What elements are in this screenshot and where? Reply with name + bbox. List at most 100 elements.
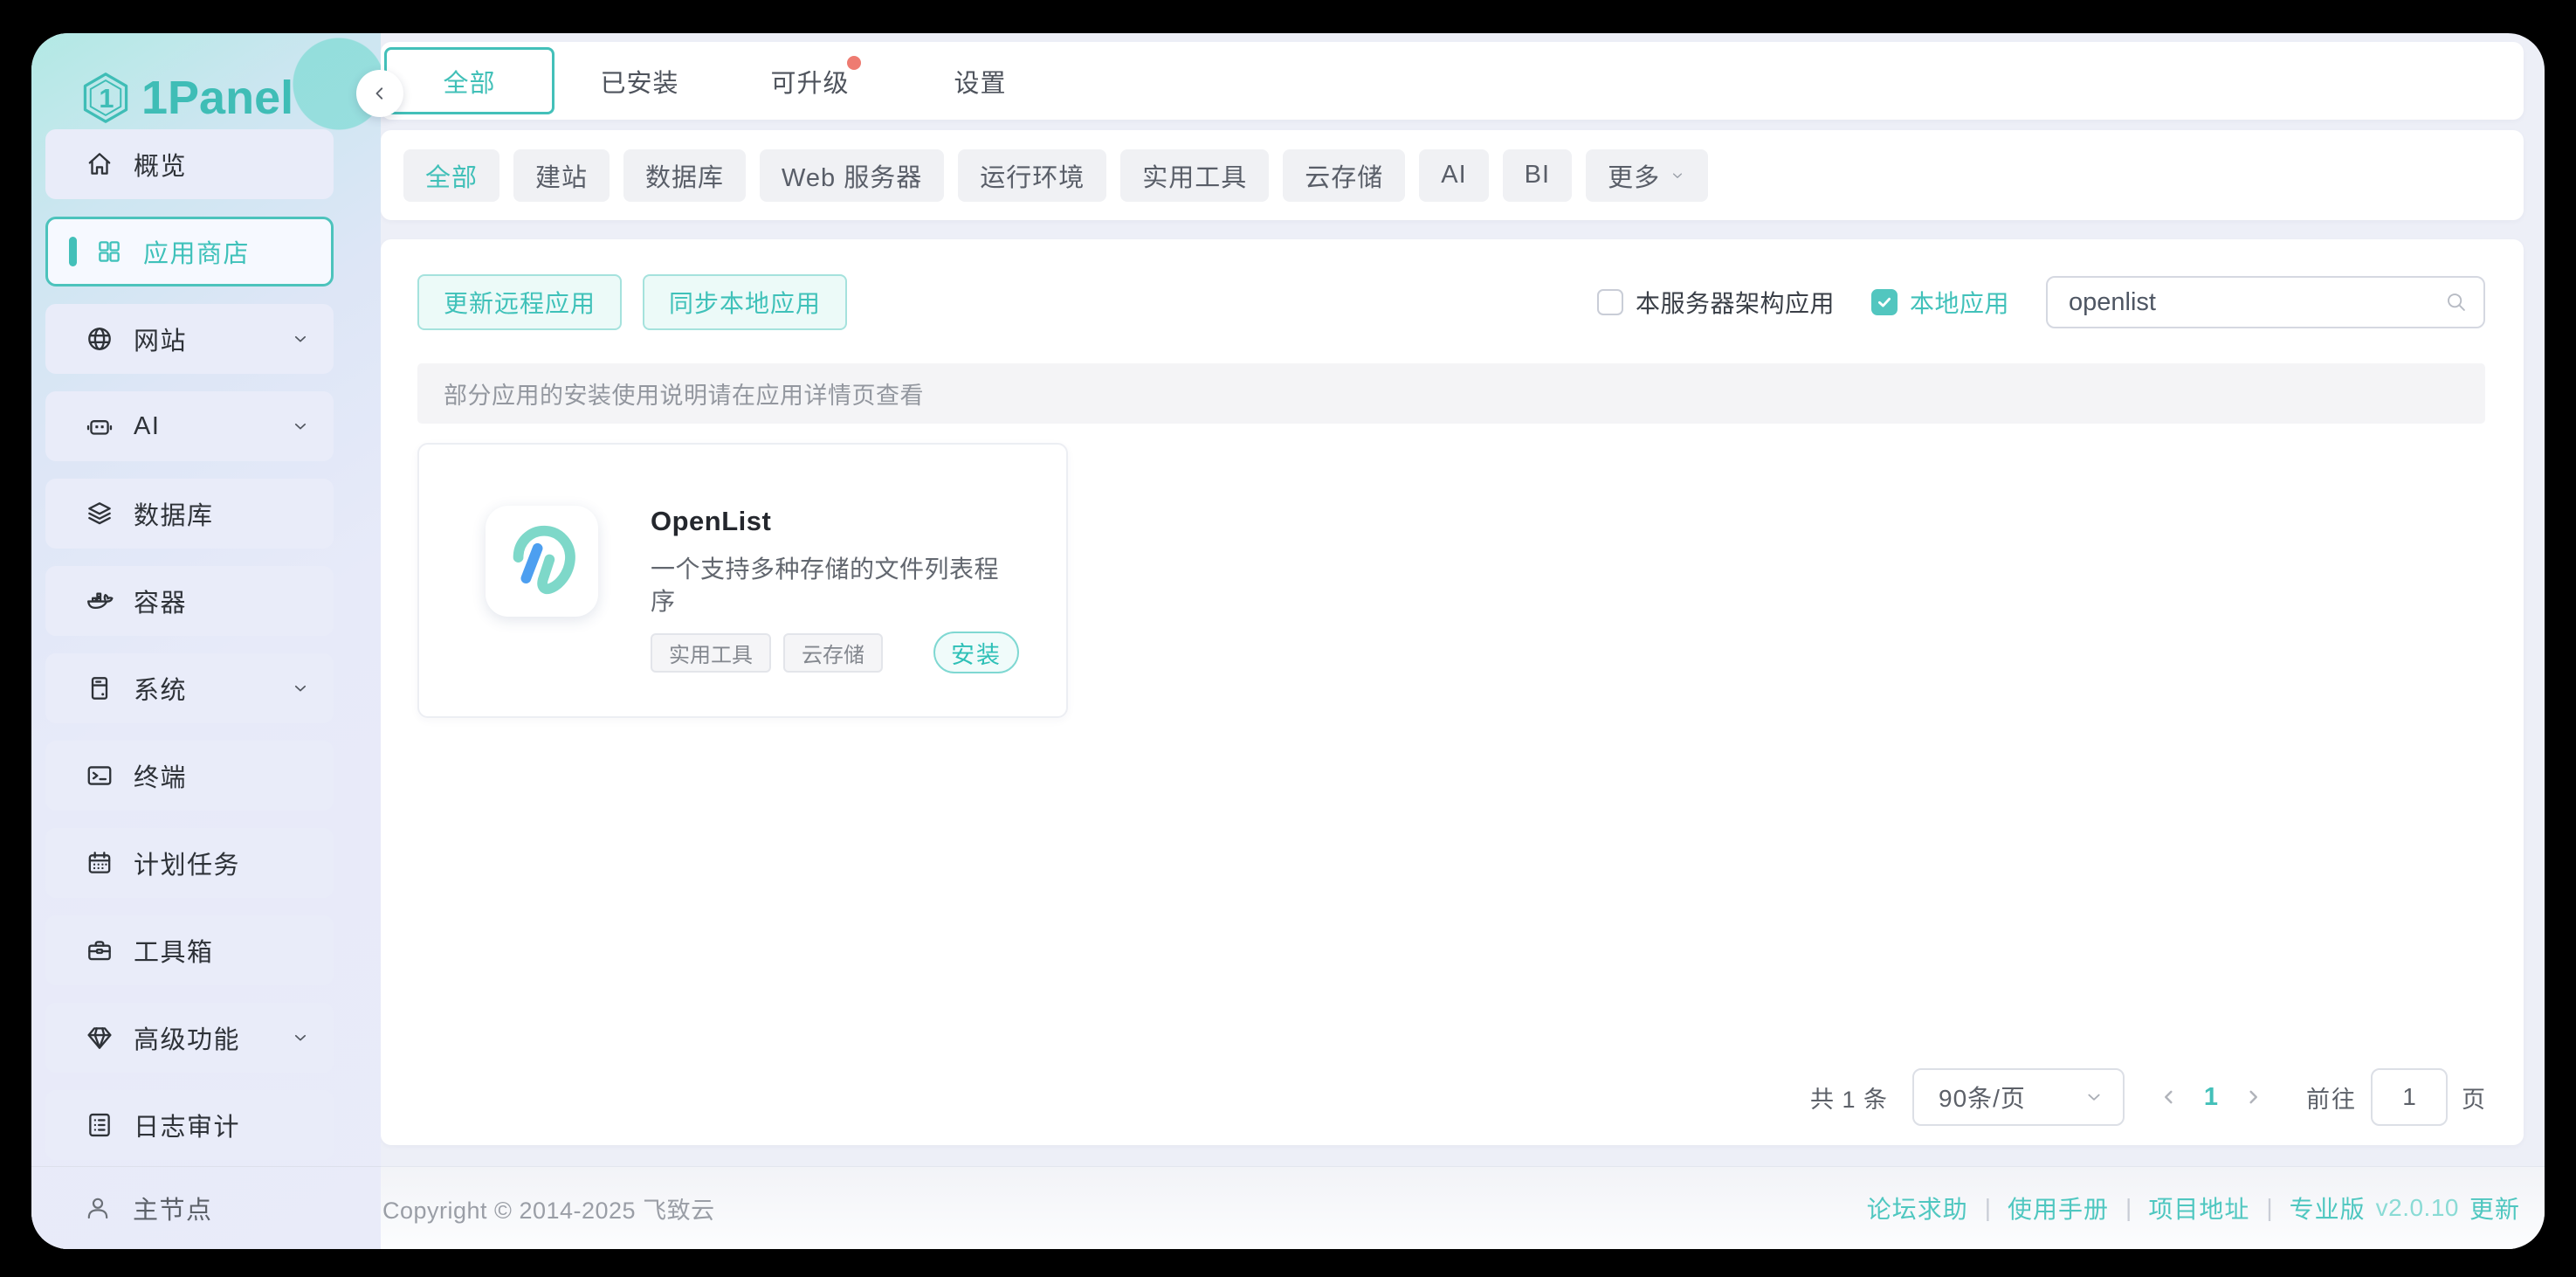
tab[interactable]: 可升级 — [725, 42, 895, 120]
diamond-icon — [85, 1023, 114, 1053]
chevron-down-icon — [290, 678, 311, 699]
sidebar-item-main-node[interactable]: 主节点 — [31, 1166, 381, 1249]
category-chip[interactable]: AI — [1419, 149, 1488, 202]
sidebar-item[interactable]: 数据库 — [45, 479, 334, 549]
footer: Copyright © 2014-2025 飞致云 论坛求助 | 使用手册 | … — [31, 1166, 2545, 1249]
checkbox-box[interactable] — [1597, 289, 1623, 315]
openlist-logo-mark — [499, 519, 585, 604]
pagination: 共 1 条 90条/页 1 前往 页 — [417, 1068, 2485, 1126]
layers-icon — [85, 499, 114, 528]
home-icon — [85, 149, 114, 179]
app-tag: 实用工具 — [651, 633, 771, 673]
svg-text:1: 1 — [99, 83, 114, 114]
tab[interactable]: 设置 — [895, 42, 1065, 120]
sidebar-item[interactable]: 日志审计 — [45, 1090, 334, 1160]
total-count: 共 1 条 — [1810, 1080, 1888, 1115]
tab[interactable]: 已安装 — [554, 42, 725, 120]
update-link[interactable]: 更新 — [2469, 1191, 2520, 1225]
check-icon — [1876, 293, 1893, 311]
goto-page-input[interactable] — [2371, 1068, 2448, 1126]
page-size-value: 90条/页 — [1939, 1080, 2026, 1115]
update-remote-apps-button[interactable]: 更新远程应用 — [417, 274, 622, 330]
local-apps-checkbox[interactable]: 本地应用 — [1871, 285, 2009, 320]
sidebar-item[interactable]: 应用商店 — [45, 217, 334, 286]
search-box — [2046, 276, 2485, 328]
screen: 1 1Panel 概览 — [0, 0, 2576, 1277]
app-name: OpenList — [651, 506, 1019, 537]
page-size-select[interactable]: 90条/页 — [1912, 1068, 2125, 1126]
sidebar-item-label: 容器 — [134, 583, 187, 619]
app-grid-area: OpenList 一个支持多种存储的文件列表程序 实用工具 云存储 — [417, 443, 2485, 718]
checkbox-box[interactable] — [1871, 289, 1898, 315]
notice-text: 部分应用的安装使用说明请在应用详情页查看 — [444, 376, 924, 411]
active-indicator — [69, 237, 77, 266]
sidebar-item[interactable]: 系统 — [45, 653, 334, 723]
toolbar: 更新远程应用 同步本地应用 本服务器架构应用 — [417, 274, 2485, 330]
goto-label: 前往 — [2306, 1080, 2357, 1115]
sidebar-item[interactable]: 概览 — [45, 129, 334, 199]
sidebar-item[interactable]: 工具箱 — [45, 915, 334, 985]
checkbox-label: 本地应用 — [1910, 285, 2009, 320]
category-chip[interactable]: BI — [1503, 149, 1572, 202]
sidebar-item[interactable]: 计划任务 — [45, 828, 334, 898]
terminal-icon — [85, 761, 114, 790]
current-page[interactable]: 1 — [2201, 1083, 2221, 1112]
install-button[interactable]: 安装 — [933, 632, 1019, 673]
category-chip[interactable]: 实用工具 — [1120, 149, 1269, 202]
sidebar-item-label: 日志审计 — [134, 1107, 240, 1143]
pro-edition-link[interactable]: 专业版 — [2290, 1191, 2366, 1225]
sidebar-collapse-button[interactable] — [356, 70, 403, 117]
category-chip[interactable]: 建站 — [513, 149, 610, 202]
search-icon — [2443, 289, 2469, 315]
category-chip[interactable]: Web 服务器 — [760, 149, 944, 202]
app-card[interactable]: OpenList 一个支持多种存储的文件列表程序 实用工具 云存储 — [417, 443, 1068, 718]
sidebar-item-label: 概览 — [134, 146, 187, 183]
search-input[interactable] — [2046, 276, 2485, 328]
sidebar-item-label: 终端 — [134, 757, 187, 794]
next-page-icon[interactable] — [2240, 1084, 2266, 1110]
notice-banner: 部分应用的安装使用说明请在应用详情页查看 — [417, 363, 2485, 424]
chevron-down-icon — [2083, 1086, 2105, 1108]
sidebar-item[interactable]: 终端 — [45, 741, 334, 811]
server-arch-apps-checkbox[interactable]: 本服务器架构应用 — [1597, 285, 1835, 320]
main-node-label: 主节点 — [133, 1190, 213, 1226]
copyright: Copyright © 2014-2025 飞致云 — [382, 1191, 715, 1225]
brand-name: 1Panel — [141, 71, 293, 125]
sidebar-item-label: 数据库 — [134, 495, 214, 532]
footer-link[interactable]: 使用手册 — [2008, 1191, 2109, 1225]
app-window: 1 1Panel 概览 — [31, 33, 2545, 1249]
tab-label: 可升级 — [770, 63, 849, 100]
sidebar-item[interactable]: 高级功能 — [45, 1003, 334, 1073]
category-bar: 全部 建站 数据库 — [381, 130, 2524, 220]
brand: 1 1Panel — [80, 70, 293, 126]
app-tag: 云存储 — [783, 633, 883, 673]
checkbox-label: 本服务器架构应用 — [1636, 285, 1835, 320]
footer-link[interactable]: 论坛求助 — [1867, 1191, 1968, 1225]
category-chip-label: 运行环境 — [980, 157, 1085, 194]
tab[interactable]: 全部 — [384, 47, 554, 114]
sidebar-item[interactable]: AI — [45, 391, 334, 461]
sidebar-menu: 概览 应用商店 网站 — [45, 129, 334, 1177]
calendar-icon — [85, 848, 114, 878]
docker-icon — [85, 586, 114, 616]
app-description: 一个支持多种存储的文件列表程序 — [651, 553, 1010, 618]
brand-logo-icon: 1 — [80, 70, 131, 126]
category-chip[interactable]: 运行环境 — [958, 149, 1106, 202]
footer-link[interactable]: 项目地址 — [2148, 1191, 2249, 1225]
category-chip-label: 全部 — [425, 157, 478, 194]
sidebar: 1 1Panel 概览 — [31, 33, 381, 1249]
sidebar-item-label: 应用商店 — [143, 233, 250, 270]
sync-local-apps-button[interactable]: 同步本地应用 — [643, 274, 847, 330]
category-chip[interactable]: 云存储 — [1283, 149, 1405, 202]
category-chip[interactable]: 数据库 — [623, 149, 746, 202]
sidebar-item[interactable]: 网站 — [45, 304, 334, 374]
prev-page-icon[interactable] — [2156, 1084, 2182, 1110]
sidebar-item-label: 高级功能 — [134, 1019, 240, 1056]
category-chip[interactable]: 更多 — [1586, 149, 1708, 202]
sidebar-item-label: 网站 — [134, 321, 187, 357]
category-chip[interactable]: 全部 — [403, 149, 499, 202]
sidebar-item[interactable]: 容器 — [45, 566, 334, 636]
tab-label: 全部 — [443, 63, 495, 100]
globe-icon — [85, 324, 114, 354]
footer-separator: | — [2125, 1194, 2132, 1222]
